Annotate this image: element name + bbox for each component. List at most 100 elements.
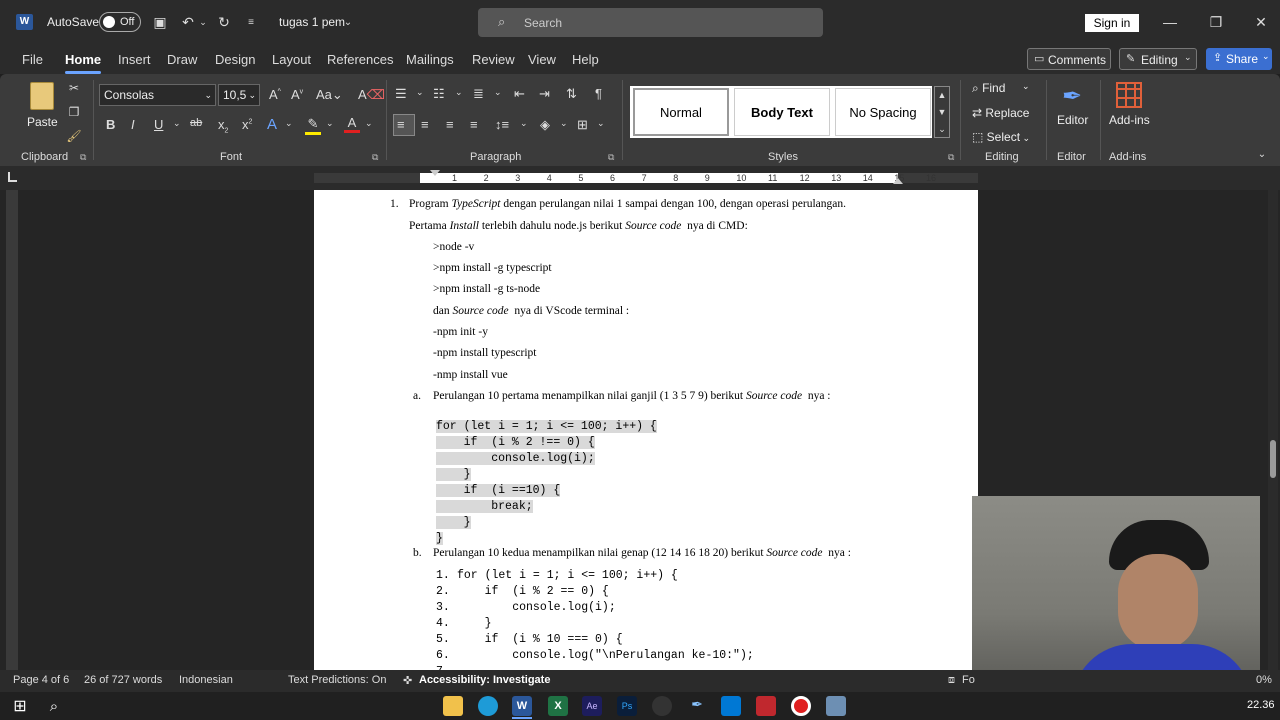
addins-button[interactable]: Add-ins xyxy=(1108,80,1152,132)
search-icon[interactable]: ⌕ xyxy=(44,696,64,716)
superscript-icon[interactable]: x2 xyxy=(242,117,252,132)
pen-tool-icon[interactable]: ✒ xyxy=(687,696,707,716)
decrease-indent-icon[interactable]: ⇤ xyxy=(514,86,525,102)
document-title[interactable]: tugas 1 pem xyxy=(279,15,345,29)
bullets-icon[interactable]: ☰ xyxy=(395,86,407,102)
align-right-icon[interactable]: ≡ xyxy=(446,117,454,132)
shrink-font-icon[interactable]: Av xyxy=(291,87,303,102)
sort-icon[interactable]: ⇅ xyxy=(566,86,577,102)
language[interactable]: Indonesian xyxy=(179,674,233,686)
title-chevron-down-icon[interactable]: ⌄ xyxy=(342,13,354,31)
tab-selector[interactable] xyxy=(8,172,17,182)
tab-design[interactable]: Design xyxy=(215,52,255,67)
tab-layout[interactable]: Layout xyxy=(272,52,311,67)
style-no-spacing[interactable]: No Spacing xyxy=(835,88,931,136)
clear-formatting-icon[interactable]: A⌫ xyxy=(358,87,385,103)
undo-icon[interactable]: ↶ xyxy=(178,12,198,32)
chevron-down-icon[interactable]: ⌄ xyxy=(455,87,463,98)
undo-dropdown-icon[interactable]: ⌄ xyxy=(198,12,208,32)
cut-icon[interactable]: ✂ xyxy=(66,80,82,96)
tab-help[interactable]: Help xyxy=(572,52,599,67)
replace-button[interactable]: ⇄ Replace xyxy=(972,106,1034,124)
chevron-down-icon[interactable]: ⌄ xyxy=(560,118,568,129)
shading-icon[interactable]: ◈ xyxy=(540,117,550,133)
numbering-icon[interactable]: ☷ xyxy=(433,86,445,102)
app-red-icon[interactable] xyxy=(756,696,776,716)
redo-icon[interactable]: ↻ xyxy=(214,12,234,32)
text-predictions[interactable]: Text Predictions: On xyxy=(288,674,386,686)
borders-icon[interactable]: ⊞ xyxy=(577,117,588,133)
dialog-launcher-icon[interactable]: ⧉ xyxy=(80,152,86,163)
indent-marker[interactable] xyxy=(430,170,440,176)
after-effects-icon[interactable]: Ae xyxy=(582,696,602,716)
chevron-down-icon[interactable]: ⌄ xyxy=(326,118,334,129)
editing-mode-button[interactable]: ✎ Editing ⌄ xyxy=(1119,48,1197,70)
accessibility-status[interactable]: Accessibility: Investigate xyxy=(419,674,550,686)
tab-review[interactable]: Review xyxy=(472,52,515,67)
search-box[interactable]: ⌕ Search xyxy=(478,8,823,37)
paste-button[interactable]: Paste xyxy=(22,80,62,130)
chevron-down-icon[interactable]: ⌄ xyxy=(520,118,528,129)
clock[interactable]: 22.36 xyxy=(1247,699,1275,711)
multilevel-list-icon[interactable]: ≣ xyxy=(473,86,484,102)
focus-mode[interactable]: Fo xyxy=(962,674,975,686)
underline-icon[interactable]: U xyxy=(154,117,163,132)
style-normal[interactable]: Normal xyxy=(633,88,729,136)
styles-scroll[interactable]: ▲ ▼ ⌄ xyxy=(934,86,950,138)
zoom-level[interactable]: 0% xyxy=(1256,674,1272,686)
subscript-icon[interactable]: x2 xyxy=(218,117,228,135)
editor-button[interactable]: ✒ Editor xyxy=(1054,80,1092,132)
chevron-down-icon[interactable]: ⌄ xyxy=(173,118,181,129)
scroll-thumb[interactable] xyxy=(1270,440,1276,478)
strikethrough-icon[interactable]: ab xyxy=(190,117,202,129)
select-button[interactable]: ⬚ Select ⌄ xyxy=(972,130,1034,148)
word-count[interactable]: 26 of 727 words xyxy=(84,674,162,686)
grow-font-icon[interactable]: A^ xyxy=(269,87,281,102)
copy-icon[interactable]: ❐ xyxy=(66,104,82,120)
tab-references[interactable]: References xyxy=(327,52,393,67)
sign-in-button[interactable]: Sign in xyxy=(1085,14,1139,32)
restore-icon[interactable]: ❐ xyxy=(1206,12,1226,32)
highlight-icon[interactable]: ✎ xyxy=(305,116,321,135)
italic-icon[interactable]: I xyxy=(131,117,135,132)
share-button[interactable]: ⇪ Share ⌄ xyxy=(1206,48,1272,70)
tab-view[interactable]: View xyxy=(528,52,556,67)
customize-qat-icon[interactable]: ≡ xyxy=(244,12,258,32)
collapse-ribbon-icon[interactable]: ⌄ xyxy=(1254,146,1270,162)
media-player-icon[interactable] xyxy=(652,696,672,716)
windows-start-icon[interactable]: ⊞ xyxy=(10,696,30,716)
increase-indent-icon[interactable]: ⇥ xyxy=(539,86,550,102)
font-size-select[interactable]: 10,5 ⌄ xyxy=(218,84,260,106)
screen-app-icon[interactable] xyxy=(826,696,846,716)
vertical-scrollbar[interactable] xyxy=(1268,190,1278,670)
dialog-launcher-icon[interactable]: ⧉ xyxy=(608,152,614,163)
font-name-select[interactable]: Consolas ⌄ xyxy=(99,84,216,106)
record-icon[interactable] xyxy=(791,696,811,716)
autosave-toggle[interactable]: Off xyxy=(99,12,141,32)
text-effects-icon[interactable]: A xyxy=(267,116,277,133)
font-color-icon[interactable]: A xyxy=(344,115,360,133)
page-count[interactable]: Page 4 of 6 xyxy=(13,674,69,686)
right-indent-marker[interactable] xyxy=(893,178,903,184)
chevron-down-icon[interactable]: ⌄ xyxy=(597,118,605,129)
edge-icon[interactable] xyxy=(478,696,498,716)
minimize-icon[interactable]: — xyxy=(1160,12,1180,32)
tab-draw[interactable]: Draw xyxy=(167,52,197,67)
chevron-down-icon[interactable]: ⌄ xyxy=(494,87,502,98)
document-page[interactable]: 1. Program TypeScript dengan perulangan … xyxy=(314,190,978,670)
word-icon[interactable]: W xyxy=(512,696,532,716)
justify-icon[interactable]: ≡ xyxy=(470,117,478,132)
file-explorer-icon[interactable] xyxy=(443,696,463,716)
format-painter-icon[interactable]: 🖌 xyxy=(66,128,82,144)
excel-icon[interactable]: X xyxy=(548,696,568,716)
dialog-launcher-icon[interactable]: ⧉ xyxy=(372,152,378,163)
save-icon[interactable]: ▣ xyxy=(150,12,170,32)
align-center-icon[interactable]: ≡ xyxy=(421,117,429,132)
change-case-icon[interactable]: Aa⌄ xyxy=(316,87,343,103)
find-button[interactable]: ⌕ Find ⌄ xyxy=(972,81,1032,99)
photoshop-icon[interactable]: Ps xyxy=(617,696,637,716)
show-formatting-icon[interactable]: ¶ xyxy=(595,86,602,101)
chevron-down-icon[interactable]: ⌄ xyxy=(285,118,293,129)
vscode-icon[interactable] xyxy=(721,696,741,716)
comments-button[interactable]: ▭ Comments xyxy=(1027,48,1111,70)
